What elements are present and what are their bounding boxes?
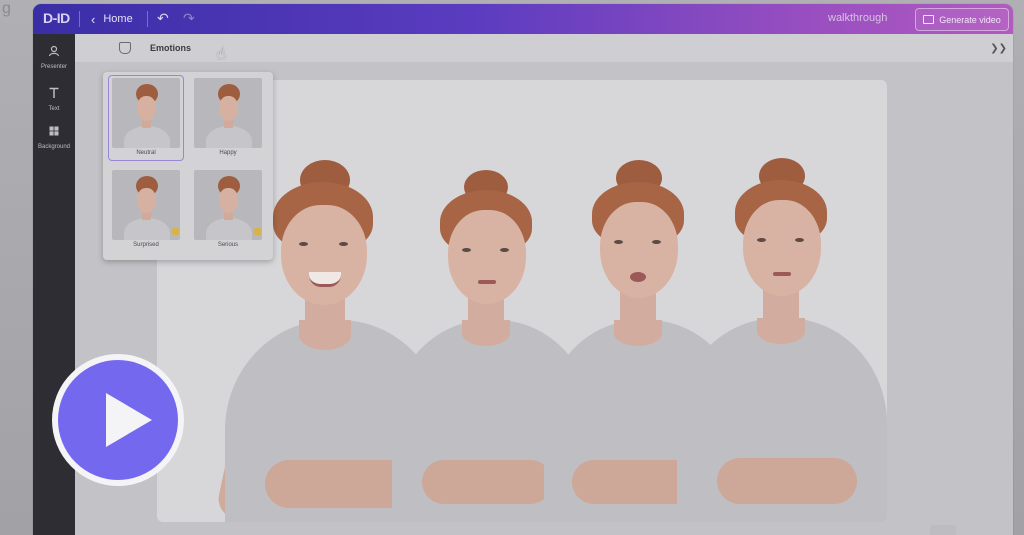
sidebar-item-text[interactable]: Text: [33, 86, 75, 112]
emotion-thumbnail: [112, 170, 180, 240]
divider: [79, 11, 80, 27]
emotion-tile-neutral[interactable]: Neutral: [108, 75, 184, 161]
walkthrough-link[interactable]: walkthrough: [828, 12, 887, 24]
emotion-tile-happy[interactable]: Happy: [191, 76, 265, 160]
divider: [147, 11, 148, 27]
play-button[interactable]: [52, 354, 184, 486]
home-button[interactable]: ‹ Home: [91, 10, 133, 28]
emotion-thumbnail: [112, 78, 180, 148]
sidebar-item-presenter[interactable]: Presenter: [33, 44, 75, 70]
sidebar-item-label: Background: [37, 144, 71, 150]
generate-video-button[interactable]: Generate video: [915, 8, 1009, 31]
premium-crown-icon: [254, 228, 261, 235]
emotion-label: Surprised: [133, 242, 159, 248]
play-icon: [106, 393, 152, 447]
collapse-panel-icon[interactable]: ❯❯: [990, 43, 1007, 54]
background-icon: [49, 126, 59, 136]
emotion-label: Neutral: [136, 150, 156, 156]
toolbar: Emotions ☝ ❯❯: [75, 34, 1013, 64]
shield-icon[interactable]: [119, 42, 131, 54]
sidebar-item-label: Presenter: [40, 64, 67, 70]
redo-icon[interactable]: ↷: [183, 10, 195, 27]
emotion-tile-serious[interactable]: Serious: [191, 168, 265, 252]
canvas-corner-control[interactable]: [930, 525, 956, 535]
premium-crown-icon: [172, 228, 179, 235]
emotions-popup: Neutral Happy Surprised Serious: [103, 72, 273, 260]
text-icon: [49, 87, 59, 98]
chevron-left-icon: ‹: [91, 11, 96, 27]
sidebar-item-label: Text: [48, 106, 60, 112]
logo: D-ID: [43, 10, 70, 26]
top-bar: D-ID ‹ Home ↶ ↷ walkthrough Generate vid…: [33, 4, 1013, 34]
film-icon: [923, 15, 935, 24]
sidebar-item-background[interactable]: Background: [33, 124, 75, 150]
emotion-tile-surprised[interactable]: Surprised: [109, 168, 183, 252]
emotion-thumbnail: [194, 78, 262, 148]
emotion-thumbnail: [194, 170, 262, 240]
home-label: Home: [103, 13, 133, 25]
emotion-label: Happy: [219, 150, 237, 156]
undo-icon[interactable]: ↶: [157, 10, 169, 27]
emotion-label: Serious: [217, 242, 239, 248]
edge-fragment: g: [2, 0, 11, 17]
emotions-button[interactable]: Emotions: [150, 43, 191, 53]
generate-video-label: Generate video: [939, 14, 1001, 25]
person-icon: [48, 45, 60, 57]
